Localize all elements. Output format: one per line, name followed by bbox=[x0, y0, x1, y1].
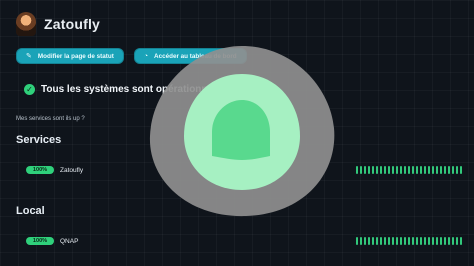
uptime-question: Mes services sont ils up ? bbox=[16, 116, 85, 122]
monitor-row[interactable]: 100% Zatoufly bbox=[26, 166, 83, 174]
heartbeat-tick bbox=[356, 166, 358, 174]
heartbeat-tick bbox=[428, 166, 430, 174]
section-title-local: Local bbox=[16, 205, 45, 217]
heartbeat-tick bbox=[416, 237, 418, 245]
heartbeat-tick bbox=[440, 166, 442, 174]
heartbeat-tick bbox=[372, 166, 374, 174]
heartbeat-tick bbox=[392, 237, 394, 245]
heartbeat-tick bbox=[432, 237, 434, 245]
monitor-row[interactable]: 100% QNAP bbox=[26, 237, 78, 245]
uptime-badge: 100% bbox=[26, 237, 54, 245]
edit-status-page-button[interactable]: ✎ Modifier la page de statut bbox=[16, 48, 124, 64]
heartbeat-tick bbox=[372, 237, 374, 245]
heartbeat-tick bbox=[408, 166, 410, 174]
heartbeat-tick bbox=[424, 166, 426, 174]
heartbeat-tick bbox=[416, 166, 418, 174]
heartbeat-tick bbox=[356, 237, 358, 245]
open-dashboard-label: Accéder au tableau de bord bbox=[154, 52, 237, 60]
heartbeat-tick bbox=[408, 237, 410, 245]
heartbeat-tick bbox=[384, 237, 386, 245]
heartbeat-bar bbox=[356, 166, 464, 174]
heartbeat-tick bbox=[388, 166, 390, 174]
monitor-name: Zatoufly bbox=[60, 166, 84, 174]
heartbeat-tick bbox=[420, 166, 422, 174]
avatar bbox=[16, 12, 36, 36]
page-title: Zatoufly bbox=[44, 16, 101, 32]
heartbeat-tick bbox=[420, 237, 422, 245]
heartbeat-tick bbox=[400, 237, 402, 245]
heartbeat-tick bbox=[396, 166, 398, 174]
heartbeat-tick bbox=[376, 166, 378, 174]
heartbeat-tick bbox=[428, 237, 430, 245]
pencil-icon: ✎ bbox=[26, 52, 32, 60]
dashboard-icon: ◔ bbox=[143, 52, 149, 60]
background-grid bbox=[0, 0, 474, 266]
heartbeat-tick bbox=[368, 166, 370, 174]
heartbeat-tick bbox=[396, 237, 398, 245]
heartbeat-bar bbox=[356, 237, 464, 245]
heartbeat-tick bbox=[368, 237, 370, 245]
heartbeat-tick bbox=[364, 166, 366, 174]
heartbeat-tick bbox=[460, 237, 462, 245]
global-status-text: Tous les systèmes sont opérationnels bbox=[41, 84, 222, 95]
heartbeat-tick bbox=[360, 166, 362, 174]
check-circle-icon: ✓ bbox=[24, 84, 35, 95]
heartbeat-tick bbox=[444, 166, 446, 174]
heartbeat-tick bbox=[380, 166, 382, 174]
loading-overlay-icon bbox=[149, 46, 335, 217]
heartbeat-tick bbox=[364, 237, 366, 245]
page-header: Zatoufly bbox=[16, 12, 100, 36]
monitor-name: QNAP bbox=[60, 237, 79, 245]
heartbeat-tick bbox=[432, 166, 434, 174]
heartbeat-tick bbox=[400, 166, 402, 174]
heartbeat-tick bbox=[424, 237, 426, 245]
heartbeat-tick bbox=[448, 237, 450, 245]
heartbeat-tick bbox=[452, 166, 454, 174]
heartbeat-tick bbox=[460, 166, 462, 174]
heartbeat-tick bbox=[360, 237, 362, 245]
uptime-badge: 100% bbox=[26, 166, 54, 174]
heartbeat-tick bbox=[384, 166, 386, 174]
heartbeat-tick bbox=[456, 166, 458, 174]
heartbeat-tick bbox=[448, 166, 450, 174]
heartbeat-tick bbox=[380, 237, 382, 245]
heartbeat-tick bbox=[388, 237, 390, 245]
heartbeat-tick bbox=[436, 237, 438, 245]
heartbeat-tick bbox=[456, 237, 458, 245]
heartbeat-tick bbox=[412, 237, 414, 245]
heartbeat-tick bbox=[444, 237, 446, 245]
open-dashboard-button[interactable]: ◔ Accéder au tableau de bord bbox=[133, 48, 247, 64]
section-title-services: Services bbox=[16, 134, 62, 146]
heartbeat-tick bbox=[436, 166, 438, 174]
heartbeat-tick bbox=[376, 237, 378, 245]
heartbeat-tick bbox=[404, 166, 406, 174]
edit-status-page-label: Modifier la page de statut bbox=[37, 52, 114, 60]
heartbeat-tick bbox=[392, 166, 394, 174]
header-actions: ✎ Modifier la page de statut ◔ Accéder a… bbox=[16, 48, 247, 64]
heartbeat-tick bbox=[404, 237, 406, 245]
heartbeat-tick bbox=[412, 166, 414, 174]
heartbeat-tick bbox=[440, 237, 442, 245]
heartbeat-tick bbox=[452, 237, 454, 245]
global-status: ✓ Tous les systèmes sont opérationnels bbox=[24, 84, 221, 95]
